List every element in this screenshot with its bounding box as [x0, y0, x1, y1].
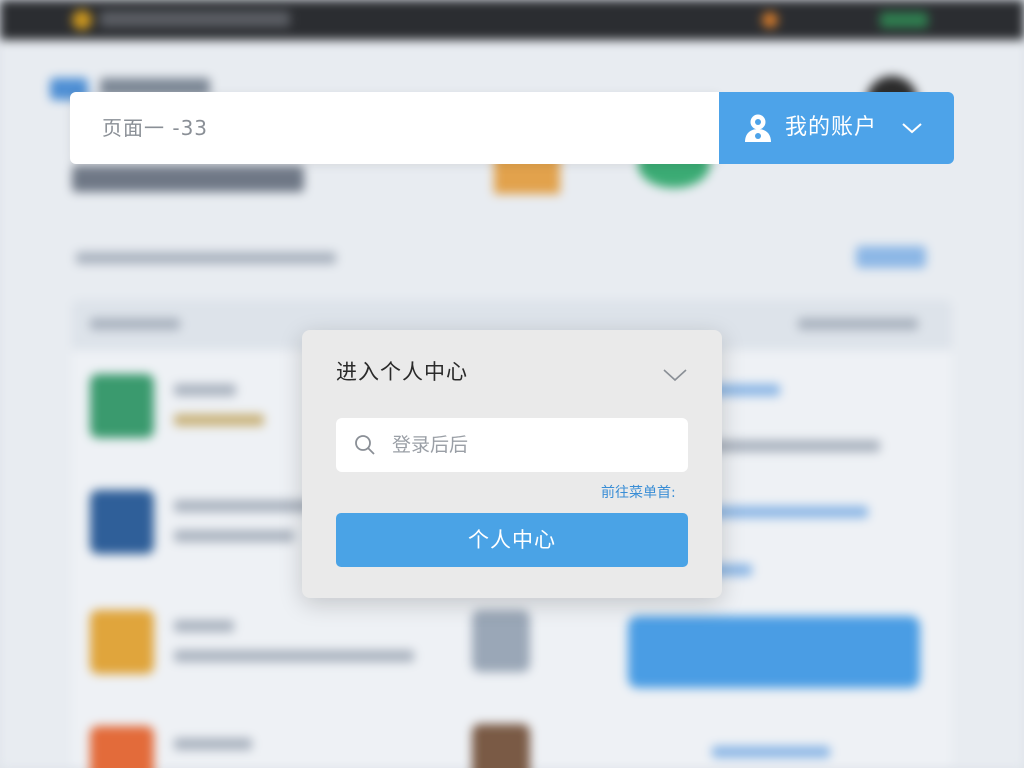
login-search-input[interactable]: 登录后后 — [336, 418, 688, 472]
menu-home-link[interactable]: 前往菜单首: — [601, 482, 676, 502]
background-side-link — [712, 746, 830, 758]
background-logo — [72, 10, 92, 30]
app-root: 页面一 -33 我的账户 进入个人中心 登录后后 前往菜单首: 个人中心 — [0, 0, 1024, 768]
background-thumbnail — [472, 724, 530, 768]
my-account-button[interactable]: 我的账户 — [719, 92, 954, 164]
search-bar[interactable]: 页面一 -33 — [70, 92, 719, 164]
background-app-icon — [90, 610, 154, 674]
personal-center-dialog: 进入个人中心 登录后后 前往菜单首: 个人中心 — [302, 330, 722, 598]
background-panel-title — [90, 318, 180, 330]
login-input-placeholder: 登录后后 — [392, 434, 469, 456]
dialog-title: 进入个人中心 — [336, 360, 468, 384]
background-app-rating — [174, 414, 264, 426]
background-side-text — [700, 440, 880, 452]
my-account-label: 我的账户 — [785, 115, 878, 140]
background-app-icon — [90, 726, 154, 768]
background-topbar-text — [100, 11, 290, 27]
background-panel-action — [798, 318, 918, 330]
background-app-name — [174, 500, 314, 512]
background-app-name — [174, 384, 236, 396]
background-thumbnail — [472, 610, 530, 672]
background-link — [856, 246, 926, 268]
search-bar-text: 页面一 -33 — [102, 116, 209, 140]
personal-center-button[interactable]: 个人中心 — [336, 513, 688, 567]
background-subtitle — [76, 252, 336, 264]
background-app-meta — [174, 530, 294, 542]
background-app-name — [174, 738, 252, 750]
background-topbar-badge — [762, 12, 778, 28]
background-app-name — [174, 620, 234, 632]
background-app-meta — [174, 650, 414, 662]
background-topbar-status — [880, 12, 928, 28]
background-heading — [72, 166, 304, 192]
background-side-link — [700, 506, 868, 518]
background-app-icon — [90, 490, 154, 554]
background-cta-button — [628, 616, 920, 688]
background-app-icon — [90, 374, 154, 438]
